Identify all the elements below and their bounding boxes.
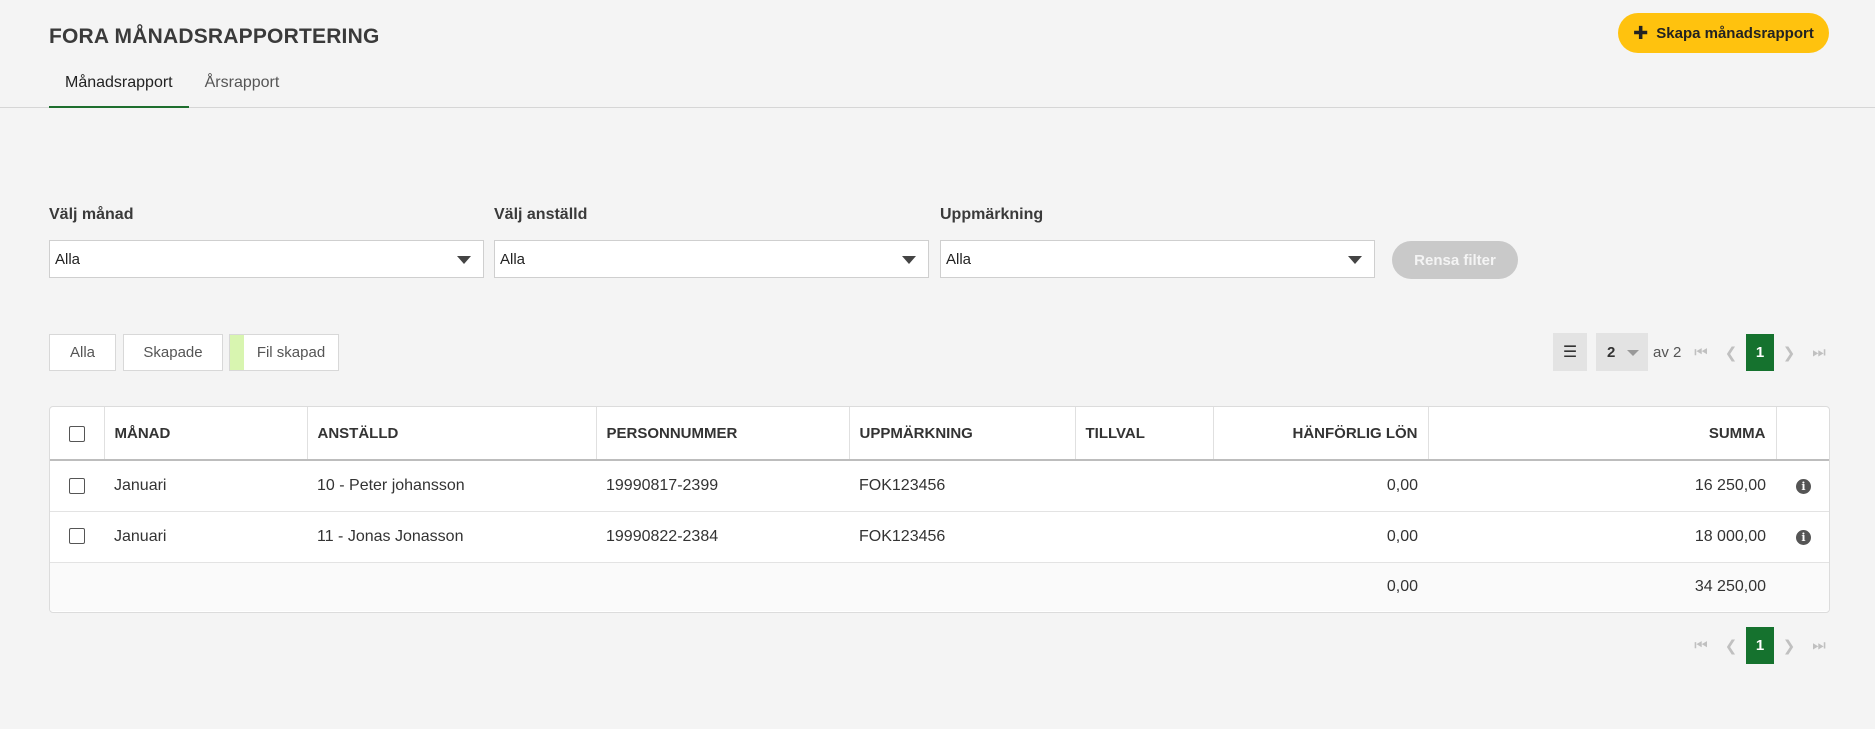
total-hanforlig-lon: 0,00 [1213,561,1428,611]
cell-personnummer: 19990817-2399 [596,460,849,512]
cell-month: Januari [104,511,307,563]
clear-filter-button[interactable]: Rensa filter [1392,241,1518,279]
report-tabs: Månadsrapport Årsrapport [49,70,295,108]
last-page-icon[interactable]: ⏭ [1804,334,1834,371]
column-header-month[interactable]: MÅNAD [104,407,308,461]
column-header-tillval[interactable]: TILLVAL [1075,407,1214,461]
column-header-employee[interactable]: ANSTÄLLD [307,407,597,461]
cell-hanforlig-lon: 0,00 [1213,460,1428,512]
cell-marking: FOK123456 [849,511,1075,563]
cell-employee: 10 - Peter johansson [307,460,596,512]
cell-summa: 18 000,00 [1428,511,1776,563]
table-row[interactable]: Januari 10 - Peter johansson 19990817-23… [50,460,1829,512]
next-page-icon[interactable]: ❯ [1774,334,1804,371]
info-icon[interactable]: i [1796,478,1811,494]
create-monthly-report-button[interactable]: ✚ Skapa månadsrapport [1618,13,1829,53]
table-row[interactable]: Januari 11 - Jonas Jonasson 19990822-238… [50,511,1829,563]
cell-tillval [1075,460,1213,512]
plus-icon: ✚ [1633,23,1649,43]
current-page-button[interactable]: 1 [1746,334,1774,371]
month-select[interactable]: Alla [49,240,484,278]
report-table: MÅNAD ANSTÄLLD PERSONNUMMER UPPMÄRKNING … [49,406,1830,613]
info-icon[interactable]: i [1796,529,1811,545]
cell-summa: 16 250,00 [1428,460,1776,512]
tab-arsrapport[interactable]: Årsrapport [189,70,296,108]
chevron-down-icon [1348,256,1362,264]
last-page-icon[interactable]: ⏭ [1804,627,1834,664]
create-monthly-report-label: Skapa månadsrapport [1656,24,1814,42]
status-filter-created[interactable]: Skapade [123,334,223,371]
month-select-value: Alla [55,250,81,268]
column-header-actions [1776,407,1829,461]
cell-hanforlig-lon: 0,00 [1213,511,1428,563]
page-title: FORA MÅNADSRAPPORTERING [49,25,380,48]
previous-page-icon[interactable]: ❮ [1716,334,1746,371]
current-page-button[interactable]: 1 [1746,627,1774,664]
month-filter-label: Välj månad [49,206,134,223]
marking-filter-label: Uppmärkning [940,206,1044,223]
column-header-summa[interactable]: SUMMA [1428,407,1777,461]
column-header-hanforlig-lon[interactable]: HÄNFÖRLIG LÖN [1213,407,1429,461]
first-page-icon[interactable]: ⏮ [1686,627,1716,664]
list-view-icon[interactable]: ☰ [1553,333,1587,371]
row-checkbox[interactable] [69,528,85,545]
top-pager: ⏮ ❮ 1 ❯ ⏭ [1686,334,1834,371]
total-summa: 34 250,00 [1428,561,1776,611]
bottom-pager: ⏮ ❮ 1 ❯ ⏭ [1686,627,1834,664]
first-page-icon[interactable]: ⏮ [1686,334,1716,371]
status-filter-file-created[interactable]: Fil skapad [229,334,339,371]
previous-page-icon[interactable]: ❮ [1716,627,1746,664]
page-count-label: av 2 [1653,344,1682,361]
page-size-value: 2 [1607,343,1616,361]
employee-filter-label: Välj anställd [494,206,588,223]
totals-row: 0,00 34 250,00 [50,561,1829,611]
employee-select-value: Alla [500,250,526,268]
select-all-checkbox[interactable] [68,425,85,442]
page-size-select[interactable]: 2 [1596,333,1648,371]
marking-select[interactable]: Alla [940,240,1375,278]
cell-employee: 11 - Jonas Jonasson [307,511,596,563]
chevron-down-icon [902,256,916,264]
table-header-row: MÅNAD ANSTÄLLD PERSONNUMMER UPPMÄRKNING … [50,407,1829,461]
column-header-marking[interactable]: UPPMÄRKNING [849,407,1076,461]
cell-marking: FOK123456 [849,460,1075,512]
tab-manadsrapport[interactable]: Månadsrapport [49,70,189,108]
column-header-personnummer[interactable]: PERSONNUMMER [596,407,850,461]
status-filter-file-created-label: Fil skapad [256,344,326,361]
chevron-down-icon [457,256,471,264]
cell-tillval [1075,511,1213,563]
marking-select-value: Alla [946,250,972,268]
status-filter-all[interactable]: Alla [49,334,116,371]
cell-personnummer: 19990822-2384 [596,511,849,563]
cell-month: Januari [104,460,307,512]
file-created-color-swatch [230,335,244,370]
page-header: FORA MÅNADSRAPPORTERING ✚ Skapa månadsra… [0,0,1875,108]
employee-select[interactable]: Alla [494,240,929,278]
chevron-down-icon [1627,350,1639,356]
next-page-icon[interactable]: ❯ [1774,627,1804,664]
row-checkbox[interactable] [69,477,85,494]
